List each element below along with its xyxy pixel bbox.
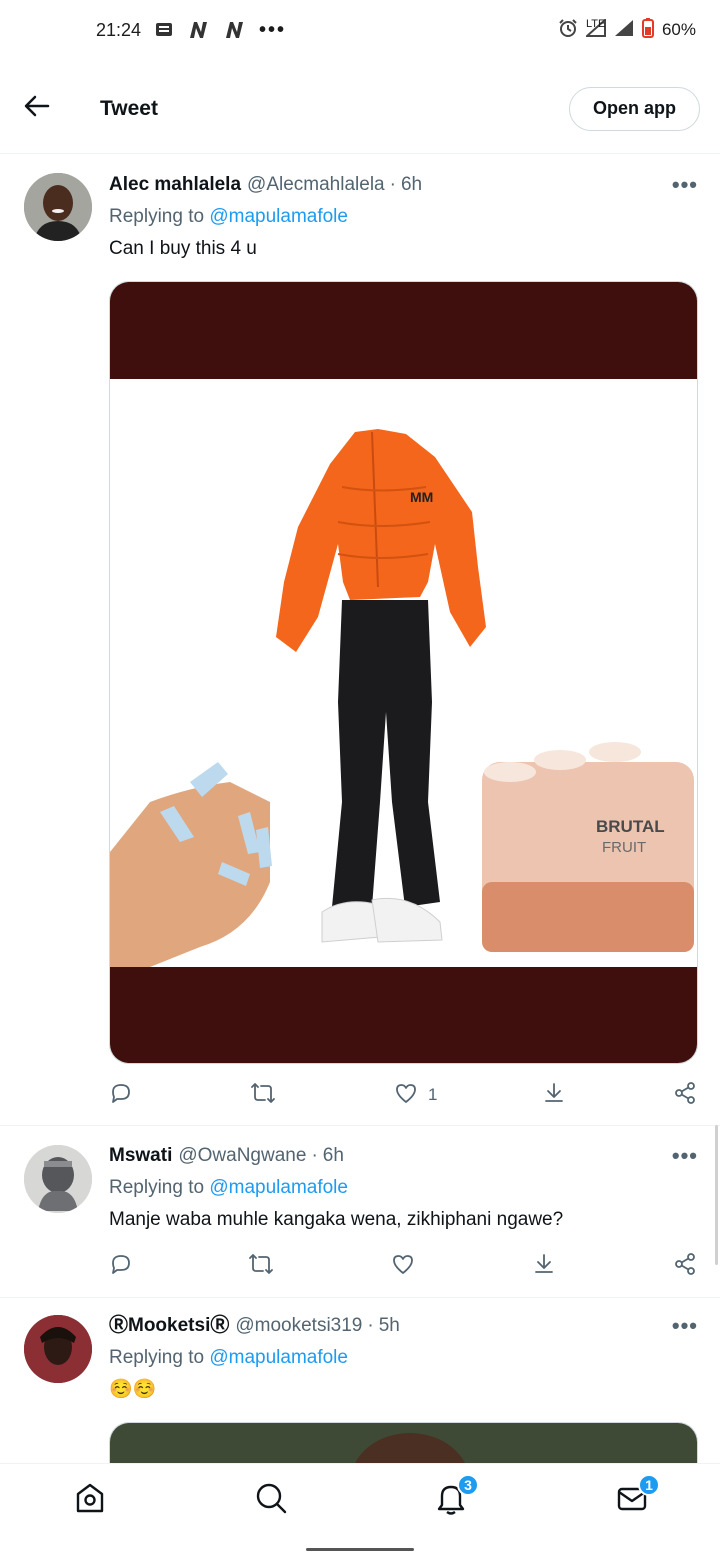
photo-preview — [110, 1423, 697, 1463]
replying-to-label: Replying to — [109, 206, 205, 227]
timestamp[interactable]: 5h — [379, 1313, 400, 1339]
download-button[interactable] — [532, 1246, 556, 1286]
back-button[interactable] — [0, 72, 74, 146]
avatar[interactable] — [24, 1145, 92, 1213]
svg-text:MM: MM — [410, 489, 433, 505]
tweet-text: Manje waba muhle kangaka wena, zikhiphan… — [109, 1209, 564, 1230]
n-app-icon — [187, 21, 209, 39]
avatar[interactable] — [24, 1315, 92, 1383]
timestamp[interactable]: 6h — [401, 172, 422, 198]
separator-dot: · — [311, 1145, 318, 1166]
mention-link[interactable]: @mapulamafole — [209, 1347, 348, 1368]
lte-label: LTE — [585, 18, 606, 30]
search-icon — [254, 1481, 288, 1520]
retweet-button[interactable] — [248, 1246, 274, 1286]
heart-icon — [394, 1081, 418, 1110]
download-icon — [542, 1081, 566, 1110]
display-name[interactable]: Mswati — [109, 1143, 172, 1169]
svg-text:BRUTAL: BRUTAL — [596, 817, 665, 836]
display-name[interactable]: Alec mahlalela — [109, 172, 241, 198]
tweet-media-image[interactable] — [109, 1422, 698, 1463]
download-button[interactable] — [542, 1075, 566, 1115]
separator-dot: · — [389, 174, 396, 195]
home-indicator[interactable] — [306, 1548, 414, 1551]
nav-search[interactable] — [249, 1478, 293, 1522]
status-time: 21:24 — [96, 19, 142, 40]
replying-to: Replying to @mapulamafole — [109, 1175, 698, 1201]
share-button[interactable] — [673, 1246, 697, 1286]
page-title: Tweet — [100, 96, 158, 120]
separator-dot: · — [367, 1315, 374, 1336]
share-icon — [673, 1252, 697, 1281]
home-icon — [73, 1481, 107, 1520]
open-app-button[interactable]: Open app — [568, 86, 700, 131]
outfit-collage: MM BRUTAL FRUIT — [110, 282, 697, 1063]
messages-badge: 1 — [638, 1474, 660, 1496]
like-button[interactable] — [391, 1246, 415, 1286]
more-options-icon[interactable]: ••• — [658, 172, 698, 198]
share-icon — [673, 1081, 697, 1110]
message-icon — [155, 22, 173, 38]
tweet-actions — [109, 1246, 698, 1286]
user-handle[interactable]: @OwaNgwane — [178, 1143, 306, 1169]
reply-icon — [109, 1252, 133, 1281]
tweet-header: Alec mahlalela @Alecmahlalela · 6h — [109, 172, 698, 198]
mention-link[interactable]: @mapulamafole — [209, 206, 348, 227]
retweet-button[interactable] — [250, 1075, 276, 1115]
nav-notifications[interactable]: 3 — [429, 1474, 479, 1522]
arrow-left-icon — [24, 95, 50, 122]
retweet-icon — [250, 1081, 276, 1110]
replying-to-label: Replying to — [109, 1347, 205, 1368]
replying-to-label: Replying to — [109, 1177, 205, 1198]
svg-text:FRUIT: FRUIT — [602, 839, 646, 856]
like-button[interactable]: 1 — [394, 1075, 437, 1115]
mention-link[interactable]: @mapulamafole — [209, 1177, 348, 1198]
alarm-icon — [558, 18, 578, 43]
tweet-header: ⓇMooketsiⓇ @mooketsi319 · 5h — [109, 1313, 698, 1339]
reply-button[interactable] — [109, 1075, 133, 1115]
user-handle[interactable]: @mooketsi319 — [235, 1313, 362, 1339]
display-name[interactable]: ⓇMooketsiⓇ — [109, 1313, 229, 1339]
bottom-nav: 3 1 — [0, 1463, 720, 1537]
tweet-body: Mswati @OwaNgwane · 6h ••• Replying to @… — [109, 1143, 698, 1233]
tweet-body: ⓇMooketsiⓇ @mooketsi319 · 5h ••• Replyin… — [109, 1313, 698, 1403]
status-right: LTE 60% — [558, 17, 696, 43]
status-left: 21:24 ••• — [96, 19, 286, 42]
more-notifications: ••• — [259, 18, 287, 41]
nav-home[interactable] — [68, 1478, 112, 1522]
tweet-actions: 1 — [109, 1075, 698, 1115]
tweet[interactable]: ⓇMooketsiⓇ @mooketsi319 · 5h ••• Replyin… — [0, 1298, 720, 1463]
notifications-badge: 3 — [457, 1474, 479, 1496]
scrollbar[interactable] — [715, 1125, 718, 1265]
timestamp[interactable]: 6h — [323, 1143, 344, 1169]
header: Tweet Open app — [0, 64, 720, 154]
replying-to: Replying to @mapulamafole — [109, 204, 698, 230]
tweet-media-image[interactable]: MM BRUTAL FRUIT — [109, 281, 698, 1064]
drink-six-pack: BRUTAL FRUIT — [482, 742, 694, 952]
signal-icon — [614, 19, 634, 42]
status-bar: 21:24 ••• LTE 60% — [0, 0, 720, 60]
nav-messages[interactable]: 1 — [610, 1474, 660, 1522]
avatar[interactable] — [24, 173, 92, 241]
like-count: 1 — [428, 1085, 438, 1104]
download-icon — [532, 1252, 556, 1281]
share-button[interactable] — [673, 1075, 697, 1115]
tweet-text: Can I buy this 4 u — [109, 238, 257, 259]
reply-icon — [109, 1081, 133, 1110]
heart-icon — [391, 1252, 415, 1281]
replying-to: Replying to @mapulamafole — [109, 1345, 698, 1371]
battery-percent: 60% — [661, 20, 696, 39]
tweet[interactable]: Mswati @OwaNgwane · 6h ••• Replying to @… — [0, 1126, 720, 1298]
battery-icon — [641, 17, 654, 43]
tweet-text: ☺️☺️ — [109, 1379, 157, 1400]
more-options-icon[interactable]: ••• — [658, 1143, 698, 1169]
retweet-icon — [248, 1252, 274, 1281]
tweet-header: Mswati @OwaNgwane · 6h — [109, 1143, 698, 1169]
tweet[interactable]: Alec mahlalela @Alecmahlalela · 6h ••• R… — [0, 155, 720, 1126]
reply-button[interactable] — [109, 1246, 133, 1286]
tweet-body: Alec mahlalela @Alecmahlalela · 6h ••• R… — [109, 172, 698, 262]
user-handle[interactable]: @Alecmahlalela — [247, 172, 385, 198]
n-app-icon — [223, 21, 245, 39]
more-options-icon[interactable]: ••• — [658, 1313, 698, 1339]
